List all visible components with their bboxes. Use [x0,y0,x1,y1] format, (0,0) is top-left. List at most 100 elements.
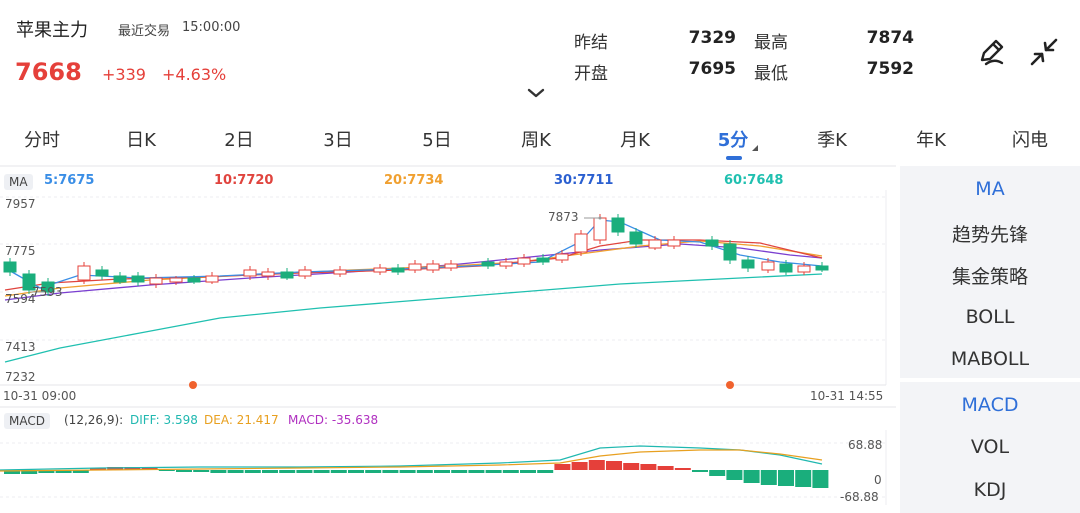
macd-bar [726,470,743,480]
y-axis-label: 7232 [5,370,36,384]
candle [667,239,681,247]
side-item-gold-strategy[interactable]: 集金策略 [900,262,1080,289]
macd-y-bottom: -68.88 [840,490,879,504]
macd-bar [606,461,622,470]
macd-bar [554,464,571,470]
macd-bar [743,470,760,483]
candle [761,261,775,271]
candle [169,277,183,283]
macd-bar [176,470,192,472]
candle [444,263,458,269]
candle [333,269,347,275]
candle [555,253,569,261]
candle [261,271,275,277]
macd-y-zero: 0 [874,473,882,487]
side-item-kdj[interactable]: KDJ [900,479,1080,501]
macd-params: (12,26,9): [64,413,124,427]
candle [797,265,811,273]
macd-bar [330,470,347,473]
ma-badge[interactable]: MA [4,174,33,190]
ma30-value: 30:7711 [554,173,614,188]
event-marker[interactable] [726,381,734,389]
candles [3,214,829,296]
ma5-line [4,219,823,289]
macd-value: MACD: -35.638 [288,413,379,427]
candle [280,271,294,279]
macd-bar [657,466,674,470]
kline-chart[interactable] [0,0,896,513]
y-axis-label: 7957 [5,197,36,211]
side-panel-divider [900,378,1080,382]
side-item-ma[interactable]: MA [900,178,1080,200]
candle [499,261,513,267]
macd-bar [468,470,485,473]
macd-bar [640,464,657,470]
macd-bar [296,470,313,473]
tab-yearly-k[interactable]: 年K [916,126,946,152]
candle [481,261,495,267]
indicator-side-panel: MA 趋势先锋 集金策略 BOLL MABOLL MACD VOL KDJ [900,166,1080,513]
candle [574,233,588,253]
candle [149,277,163,285]
candle [741,259,755,269]
pen-icon[interactable] [976,36,1008,68]
macd-dea-value: DEA: 21.417 [204,413,279,427]
candle [391,267,405,273]
macd-bar [485,470,502,473]
macd-bar [210,470,227,473]
candle [77,265,91,281]
candle [593,217,607,241]
macd-bar [416,470,433,473]
candle [629,231,643,245]
ma20-value: 20:7734 [384,173,444,188]
macd-bar [158,470,175,471]
candle [705,239,719,247]
macd-bar [193,470,210,472]
high-mark-label: 7873 [548,210,579,224]
macd-bar [399,470,416,473]
macd-bar [674,468,691,470]
macd-bar [537,470,554,473]
macd-bar [709,470,726,476]
ma-lines [4,219,823,363]
macd-diff-value: DIFF: 3.598 [130,413,198,427]
macd-bar [382,470,399,473]
side-item-vol[interactable]: VOL [900,436,1080,458]
side-item-maboll[interactable]: MABOLL [900,348,1080,370]
macd-bar [795,470,812,487]
side-item-boll[interactable]: BOLL [900,306,1080,328]
macd-bar [365,470,382,473]
macd-bar [760,470,777,485]
low-mark-label: 7593 [32,285,63,299]
side-item-macd[interactable]: MACD [900,394,1080,416]
tab-flash[interactable]: 闪电 [1012,126,1048,152]
candle [3,261,17,273]
macd-bar [588,460,605,470]
macd-bar [434,470,450,473]
candle [517,257,531,265]
candle [536,257,550,263]
candle [113,275,127,283]
candle [779,263,793,273]
ma60-value: 60:7648 [724,173,784,188]
macd-bar [348,470,364,473]
macd-bar [812,470,829,488]
macd-y-top: 68.88 [848,438,883,452]
ma10-value: 10:7720 [214,173,274,188]
candle [131,275,145,283]
side-item-trend-pioneer[interactable]: 趋势先锋 [900,220,1080,247]
event-marker[interactable] [189,381,197,389]
macd-bar [623,463,640,470]
collapse-arrows-icon[interactable] [1028,36,1060,68]
macd-bar [692,470,708,472]
high-mark-dot [598,216,602,220]
start-time-label: 10-31 09:00 [3,389,77,403]
macd-bar [451,470,468,473]
candle [373,267,387,273]
macd-badge[interactable]: MACD [4,413,50,429]
macd-bar [502,470,519,473]
ma5-value: 5:7675 [44,173,95,188]
candle [243,269,257,277]
end-time-label: 10-31 14:55 [810,389,884,403]
macd-bar [244,470,261,473]
